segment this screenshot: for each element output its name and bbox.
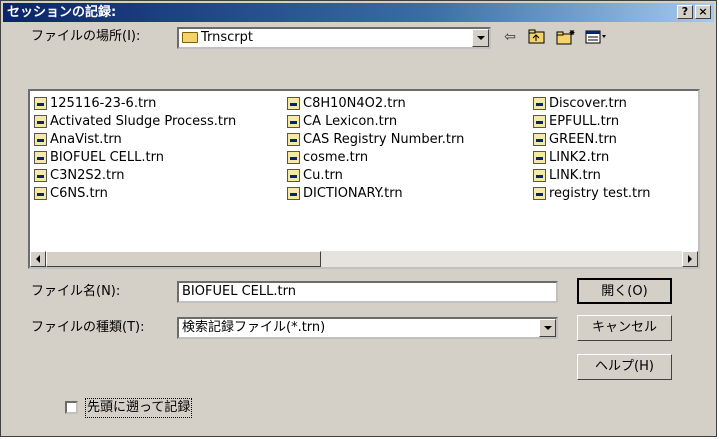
open-button[interactable]: 開く(O) <box>577 278 672 304</box>
file-item[interactable]: GREEN.trn <box>533 131 651 149</box>
filename-label: ファイル名(N): <box>31 284 121 299</box>
filetype-combobox[interactable]: 検索記録ファイル(*.trn) <box>177 317 558 339</box>
filetype-label: ファイルの種類(T): <box>31 320 145 335</box>
file-icon <box>287 97 300 110</box>
file-item[interactable]: C8H10N4O2.trn <box>287 95 464 113</box>
file-icon <box>533 133 546 146</box>
close-button[interactable]: × <box>695 5 711 19</box>
file-item[interactable]: BIOFUEL CELL.trn <box>34 149 236 167</box>
file-item[interactable]: DICTIONARY.trn <box>287 185 464 203</box>
cancel-button[interactable]: キャンセル <box>577 315 672 341</box>
filename-input[interactable]: BIOFUEL CELL.trn <box>177 281 558 303</box>
back-arrow-icon[interactable]: ⇦ <box>498 26 522 48</box>
file-item[interactable]: registry test.trn <box>533 185 651 203</box>
file-icon <box>34 115 47 128</box>
file-icon <box>533 97 546 110</box>
file-icon <box>533 115 546 128</box>
record-from-start-label[interactable]: 先頭に遡って記録 <box>85 398 193 418</box>
file-list[interactable]: 125116-23-6.trn Activated Sludge Process… <box>28 89 700 269</box>
file-icon <box>34 169 47 182</box>
horizontal-scrollbar[interactable] <box>30 251 698 267</box>
file-item[interactable]: cosme.trn <box>287 149 464 167</box>
new-folder-icon[interactable] <box>554 26 578 48</box>
file-item[interactable]: C6NS.trn <box>34 185 236 203</box>
file-icon <box>287 133 300 146</box>
file-item[interactable]: LINK.trn <box>533 167 651 185</box>
scroll-left-button[interactable] <box>30 251 46 267</box>
file-icon <box>34 133 47 146</box>
file-item[interactable]: C3N2S2.trn <box>34 167 236 185</box>
location-value: Trnscrpt <box>201 30 253 45</box>
up-folder-icon[interactable] <box>525 26 549 48</box>
file-item[interactable]: Discover.trn <box>533 95 651 113</box>
file-icon <box>533 187 546 200</box>
file-item[interactable]: Activated Sludge Process.trn <box>34 113 236 131</box>
file-item[interactable]: AnaVist.trn <box>34 131 236 149</box>
location-combobox[interactable]: Trnscrpt <box>177 27 491 49</box>
help-title-button[interactable]: ? <box>677 5 693 19</box>
dialog-title: セッションの記録: <box>7 5 117 20</box>
file-icon <box>533 169 546 182</box>
file-icon <box>287 187 300 200</box>
file-item[interactable]: LINK2.trn <box>533 149 651 167</box>
chevron-down-icon[interactable] <box>472 29 489 47</box>
chevron-down-icon[interactable] <box>539 319 556 337</box>
file-icon <box>533 151 546 164</box>
file-item[interactable]: CA Lexicon.trn <box>287 113 464 131</box>
record-from-start-checkbox[interactable] <box>65 401 78 414</box>
view-menu-icon[interactable] <box>584 26 608 48</box>
file-column-2: C8H10N4O2.trn CA Lexicon.trn CAS Registr… <box>287 95 464 203</box>
folder-icon <box>182 32 198 43</box>
scroll-thumb[interactable] <box>46 251 321 267</box>
file-icon <box>34 187 47 200</box>
location-label: ファイルの場所(I): <box>31 29 141 44</box>
file-item[interactable]: CAS Registry Number.trn <box>287 131 464 149</box>
file-icon <box>34 151 47 164</box>
file-column-3: Discover.trn EPFULL.trn GREEN.trn LINK2.… <box>533 95 651 203</box>
file-icon <box>34 97 47 110</box>
help-button[interactable]: ヘルプ(H) <box>577 354 672 380</box>
file-item[interactable]: Cu.trn <box>287 167 464 185</box>
file-column-1: 125116-23-6.trn Activated Sludge Process… <box>34 95 236 203</box>
file-item[interactable]: 125116-23-6.trn <box>34 95 236 113</box>
file-icon <box>287 169 300 182</box>
save-session-dialog: セッションの記録: ? × ファイルの場所(I): Trnscrpt ⇦ 125… <box>0 0 717 437</box>
file-icon <box>287 151 300 164</box>
file-item[interactable]: EPFULL.trn <box>533 113 651 131</box>
title-bar: セッションの記録: ? × <box>3 3 714 22</box>
scroll-right-button[interactable] <box>682 251 698 267</box>
filetype-value: 検索記録ファイル(*.trn) <box>182 320 326 335</box>
file-icon <box>287 115 300 128</box>
